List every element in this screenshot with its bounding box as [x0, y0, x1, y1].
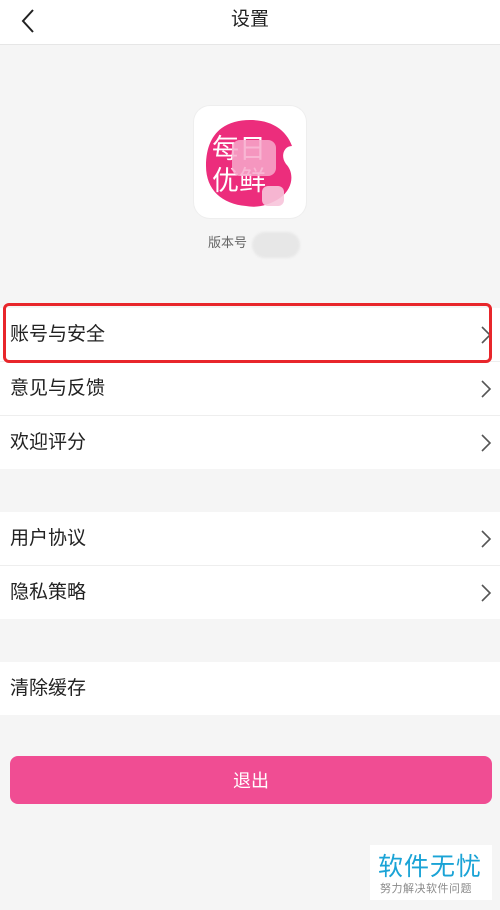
- chevron-right-icon: [481, 584, 492, 602]
- logout-button[interactable]: 退出: [10, 756, 492, 804]
- settings-item-label: 账号与安全: [10, 323, 106, 345]
- settings-item-account-security[interactable]: 账号与安全: [0, 308, 500, 362]
- watermark-title: 软件无忧: [378, 852, 483, 881]
- app-logo-icon: 每日 优鲜: [206, 120, 292, 207]
- settings-item-label: 意见与反馈: [10, 377, 106, 399]
- top-nav-bar: 设置: [0, 0, 500, 45]
- settings-group-2: 用户协议 隐私策略: [0, 512, 500, 619]
- settings-item-privacy-policy[interactable]: 隐私策略: [0, 566, 500, 619]
- settings-item-clear-cache[interactable]: 清除缓存: [0, 662, 500, 715]
- chevron-right-icon: [481, 326, 492, 344]
- chevron-right-icon: [481, 434, 492, 452]
- settings-item-label: 欢迎评分: [10, 431, 87, 453]
- chevron-right-icon: [481, 380, 492, 398]
- settings-group-3: 清除缓存: [0, 662, 500, 715]
- settings-item-rate[interactable]: 欢迎评分: [0, 416, 500, 469]
- settings-item-label: 用户协议: [10, 527, 87, 549]
- version-number-blurred: [252, 232, 300, 258]
- settings-item-user-agreement[interactable]: 用户协议: [0, 512, 500, 566]
- settings-item-feedback[interactable]: 意见与反馈: [0, 362, 500, 416]
- app-logo: 每日 优鲜: [194, 106, 306, 218]
- settings-item-label: 隐私策略: [10, 581, 87, 603]
- page-title: 设置: [230, 8, 269, 30]
- settings-item-label: 清除缓存: [10, 677, 87, 699]
- watermark-subtitle: 努力解决软件问题: [380, 882, 472, 895]
- chevron-right-icon: [481, 530, 492, 548]
- version-label: 版本号: [208, 236, 248, 251]
- settings-group-1: 账号与安全 意见与反馈 欢迎评分: [0, 308, 500, 469]
- watermark: 软件无忧 努力解决软件问题: [370, 845, 492, 900]
